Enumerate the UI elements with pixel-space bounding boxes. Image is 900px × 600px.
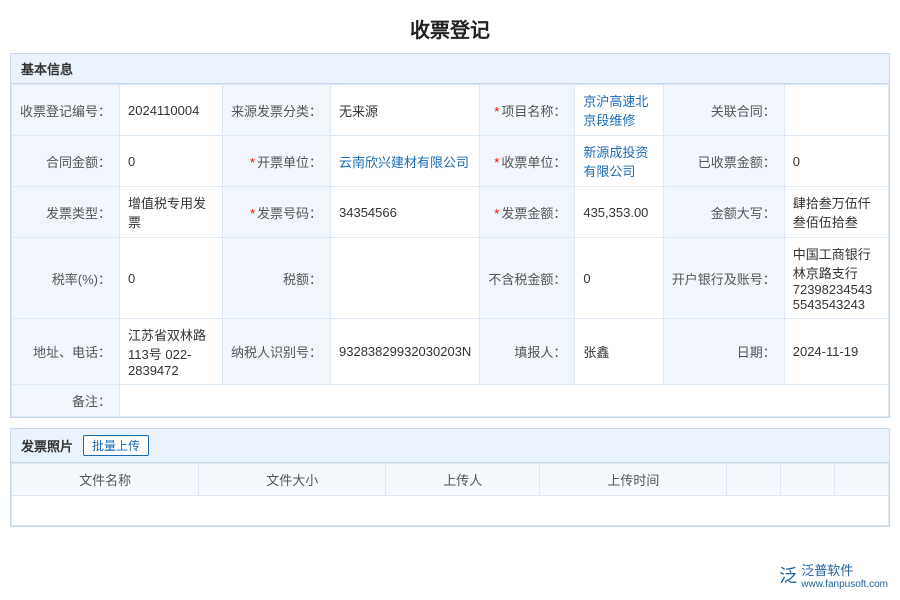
amount-uppercase-label: 金额大写： (663, 187, 784, 238)
tax-rate-value: 0 (120, 238, 223, 319)
batch-upload-button[interactable]: 批量上传 (83, 435, 149, 456)
invoice-type-label: 发票类型： (12, 187, 120, 238)
invoice-photos-section: 发票照片 批量上传 文件名称 文件大小 上传人 上传时间 (10, 428, 890, 527)
no-tax-amount-value: 0 (575, 238, 663, 319)
required-star: * (494, 155, 499, 170)
source-invoice-label: 来源发票分类： (223, 85, 331, 136)
required-star: * (250, 155, 255, 170)
taxpayer-id-value: 93283829932030203N (331, 319, 480, 385)
invoice-amount-label: *发票金额： (480, 187, 575, 238)
source-invoice-value: 无来源 (331, 85, 480, 136)
bank-account-label: 开户银行及账号： (663, 238, 784, 319)
watermark-text: 泛普软件 www.fanpusoft.com (801, 560, 888, 590)
filler-value: 张鑫 (575, 319, 663, 385)
project-name-label: *项目名称： (480, 85, 575, 136)
table-row: 合同金额： 0 *开票单位： 云南欣兴建材有限公司 *收票单位： 新源成投资有限… (12, 136, 889, 187)
contract-amount-value: 0 (120, 136, 223, 187)
table-row: 税率(%)： 0 税额： 不含税金额： 0 开户银行及账号： 中国工商银行林京路… (12, 238, 889, 319)
table-row: 备注： (12, 385, 889, 417)
remark-label: 备注： (12, 385, 120, 417)
col-action1 (727, 464, 781, 496)
received-amount-label: 已收票金额： (663, 136, 784, 187)
tax-amount-label: 税额： (223, 238, 331, 319)
file-table-empty-row (12, 496, 889, 526)
watermark: 泛 泛普软件 www.fanpusoft.com (779, 560, 888, 590)
invoice-amount-value: 435,353.00 (575, 187, 663, 238)
invoice-type-value: 增值税专用发票 (120, 187, 223, 238)
required-star: * (494, 206, 499, 221)
related-contract-label: 关联合同： (663, 85, 784, 136)
file-table: 文件名称 文件大小 上传人 上传时间 (11, 463, 889, 526)
col-action3 (835, 464, 889, 496)
col-filesize: 文件大小 (199, 464, 386, 496)
amount-uppercase-value: 肆拾叁万伍仟叁佰伍拾叁 (784, 187, 888, 238)
date-label: 日期： (663, 319, 784, 385)
col-upload-time: 上传时间 (540, 464, 727, 496)
invoice-no-label: *发票号码： (223, 187, 331, 238)
watermark-logo: 泛 (779, 562, 797, 588)
no-tax-amount-label: 不含税金额： (480, 238, 575, 319)
receipt-unit-link[interactable]: 新源成投资有限公司 (583, 145, 648, 179)
project-name-value: 京沪高速北京段维修 (575, 85, 663, 136)
watermark-brand: 泛普软件 (801, 563, 853, 578)
receipt-no-label: 收票登记编号： (12, 85, 120, 136)
remark-value (120, 385, 889, 417)
table-row: 发票类型： 增值税专用发票 *发票号码： 34354566 *发票金额： 435… (12, 187, 889, 238)
received-amount-value: 0 (784, 136, 888, 187)
contract-amount-label: 合同金额： (12, 136, 120, 187)
address-phone-value: 江苏省双林路113号 022-2839472 (120, 319, 223, 385)
required-star: * (494, 104, 499, 119)
bank-account-value: 中国工商银行林京路支行 72398234543 5543543243 (784, 238, 888, 319)
billing-unit-link[interactable]: 云南欣兴建材有限公司 (339, 155, 469, 170)
watermark-url: www.fanpusoft.com (801, 579, 888, 590)
receipt-no-value: 2024110004 (120, 85, 223, 136)
invoice-no-value: 34354566 (331, 187, 480, 238)
billing-unit-value: 云南欣兴建材有限公司 (331, 136, 480, 187)
col-filename: 文件名称 (12, 464, 199, 496)
related-contract-value (784, 85, 888, 136)
basic-info-section: 基本信息 收票登记编号： 2024110004 来源发票分类： 无来源 *项目名… (10, 53, 890, 418)
tax-amount-value (331, 238, 480, 319)
receipt-unit-value: 新源成投资有限公司 (575, 136, 663, 187)
invoice-photos-title: 发票照片 (21, 436, 73, 455)
filler-label: 填报人： (480, 319, 575, 385)
col-uploader: 上传人 (386, 464, 540, 496)
invoice-photos-header: 发票照片 批量上传 (11, 429, 889, 463)
basic-info-header: 基本信息 (11, 54, 889, 84)
tax-rate-label: 税率(%)： (12, 238, 120, 319)
page-title: 收票登记 (0, 0, 900, 53)
col-action2 (781, 464, 835, 496)
basic-info-table: 收票登记编号： 2024110004 来源发票分类： 无来源 *项目名称： 京沪… (11, 84, 889, 417)
receipt-unit-label: *收票单位： (480, 136, 575, 187)
address-phone-label: 地址、电话： (12, 319, 120, 385)
table-row: 收票登记编号： 2024110004 来源发票分类： 无来源 *项目名称： 京沪… (12, 85, 889, 136)
project-name-link[interactable]: 京沪高速北京段维修 (583, 94, 648, 128)
required-star: * (250, 206, 255, 221)
taxpayer-id-label: 纳税人识别号： (223, 319, 331, 385)
file-table-header-row: 文件名称 文件大小 上传人 上传时间 (12, 464, 889, 496)
table-row: 地址、电话： 江苏省双林路113号 022-2839472 纳税人识别号： 93… (12, 319, 889, 385)
date-value: 2024-11-19 (784, 319, 888, 385)
billing-unit-label: *开票单位： (223, 136, 331, 187)
